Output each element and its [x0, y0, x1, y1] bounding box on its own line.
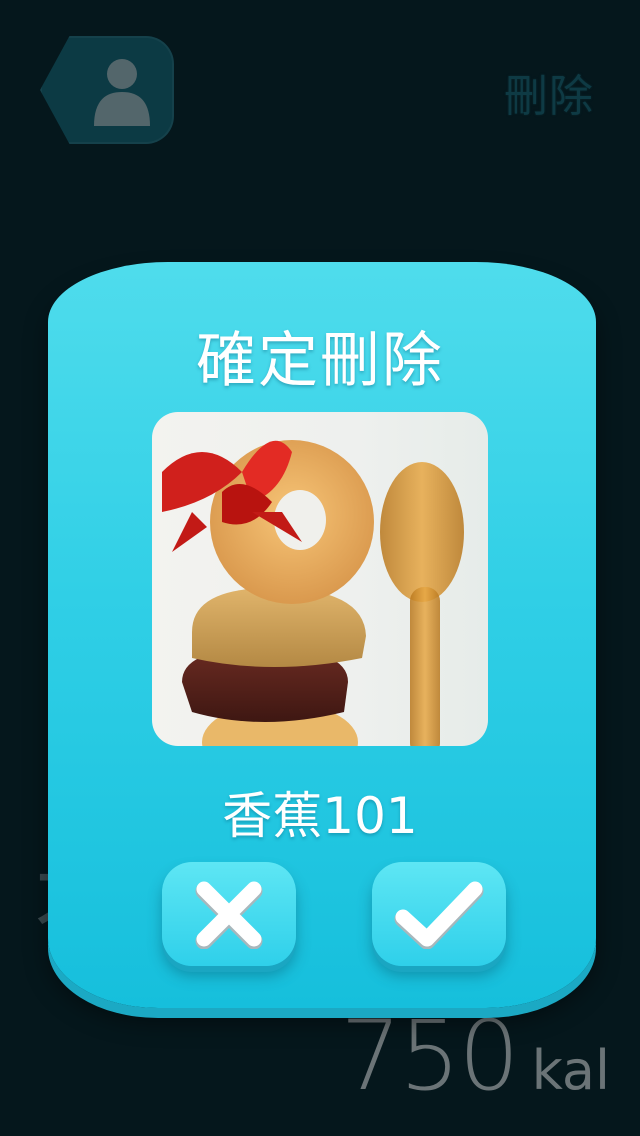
delete-button[interactable]: 刪除 — [504, 60, 594, 124]
calorie-value: 750 — [340, 1000, 519, 1112]
dialog-title: 確定刪除 — [196, 326, 444, 396]
item-photo — [152, 412, 488, 746]
item-name: 香蕉101 — [222, 787, 418, 845]
cancel-button[interactable] — [162, 862, 296, 966]
back-button[interactable] — [40, 36, 174, 144]
calorie-readout: 750 kal — [340, 1000, 610, 1112]
user-icon — [94, 59, 150, 126]
close-icon — [195, 881, 263, 949]
check-icon — [394, 881, 484, 949]
calorie-unit: kal — [531, 1039, 610, 1102]
confirm-button[interactable] — [372, 862, 506, 966]
